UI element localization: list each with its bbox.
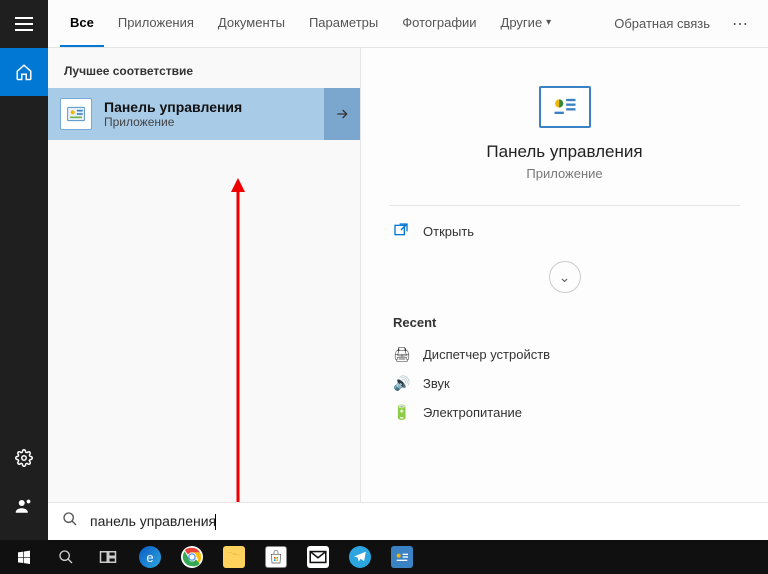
recent-label: Звук [423,376,450,391]
taskbar-mail[interactable] [298,540,338,574]
taskbar-telegram[interactable] [340,540,380,574]
tab-photos[interactable]: Фотографии [392,1,486,47]
hamburger-icon [15,17,33,31]
recent-label: Диспетчер устройств [423,347,550,362]
best-match-header: Лучшее соответствие [48,58,360,88]
control-panel-icon [391,546,413,568]
settings-button[interactable] [0,434,48,482]
content-row: Лучшее соответствие Панель управления Пр… [48,48,768,540]
taskbar-control-panel[interactable] [382,540,422,574]
chrome-icon [181,546,203,568]
taskbar-explorer[interactable] [214,540,254,574]
person-icon [15,497,33,515]
taskbar-store[interactable] [256,540,296,574]
annotation-arrow [228,178,248,540]
taskbar-edge[interactable]: e [130,540,170,574]
folder-icon [223,546,245,568]
tab-settings[interactable]: Параметры [299,1,388,47]
results-column: Лучшее соответствие Панель управления Пр… [48,48,360,540]
edge-icon: e [139,546,161,568]
open-label: Открыть [423,224,474,239]
task-view-button[interactable] [88,540,128,574]
mail-icon [307,546,329,568]
left-rail [0,0,48,540]
expand-arrow-button[interactable] [324,88,360,140]
chevron-down-icon: ▾ [546,17,551,28]
search-input[interactable]: панель управления [90,513,216,530]
result-subtitle: Приложение [104,115,348,129]
result-title: Панель управления [104,99,348,115]
search-icon [62,511,78,532]
gear-icon [15,449,33,467]
divider [389,205,740,206]
battery-icon: 🔋 [393,404,411,421]
printer-icon: 🖨 [393,346,411,363]
taskbar: e [0,540,768,574]
taskbar-chrome[interactable] [172,540,212,574]
home-button[interactable] [0,48,48,96]
open-icon [393,222,411,241]
telegram-icon [349,546,371,568]
preview-pane: Панель управления Приложение Открыть ⌄ R… [360,48,768,540]
feedback-link[interactable]: Обратная связь [604,16,720,31]
recent-label: Электропитание [423,405,522,420]
recent-power[interactable]: 🔋 Электропитание [389,398,740,427]
filter-tabs: Все Приложения Документы Параметры Фотог… [48,0,768,48]
main-area: Все Приложения Документы Параметры Фотог… [48,0,768,540]
preview-subtitle: Приложение [389,166,740,181]
more-options-button[interactable]: ⋯ [724,14,756,34]
taskview-icon [99,550,117,564]
arrow-right-icon [334,106,350,122]
tab-all[interactable]: Все [60,1,104,47]
recent-header: Recent [389,309,740,340]
start-button[interactable] [4,540,44,574]
store-icon [265,546,287,568]
open-action[interactable]: Открыть [389,214,740,249]
expand-more-button[interactable]: ⌄ [549,261,581,293]
search-bar[interactable]: панель управления [48,502,768,540]
search-icon [58,549,74,565]
result-control-panel[interactable]: Панель управления Приложение [48,88,360,140]
recent-sound[interactable]: 🔊 Звук [389,369,740,398]
chevron-down-icon: ⌄ [559,269,571,286]
windows-icon [16,549,32,565]
preview-app-icon [539,86,591,128]
preview-title: Панель управления [389,142,740,162]
control-panel-icon [60,98,92,130]
tab-more[interactable]: Другие▾ [491,1,562,47]
speaker-icon: 🔊 [393,375,411,392]
search-panel: Все Приложения Документы Параметры Фотог… [0,0,768,540]
home-icon [15,63,33,81]
tab-apps[interactable]: Приложения [108,1,204,47]
tab-documents[interactable]: Документы [208,1,295,47]
account-button[interactable] [0,482,48,530]
recent-device-manager[interactable]: 🖨 Диспетчер устройств [389,340,740,369]
hamburger-button[interactable] [0,0,48,48]
taskbar-search-button[interactable] [46,540,86,574]
